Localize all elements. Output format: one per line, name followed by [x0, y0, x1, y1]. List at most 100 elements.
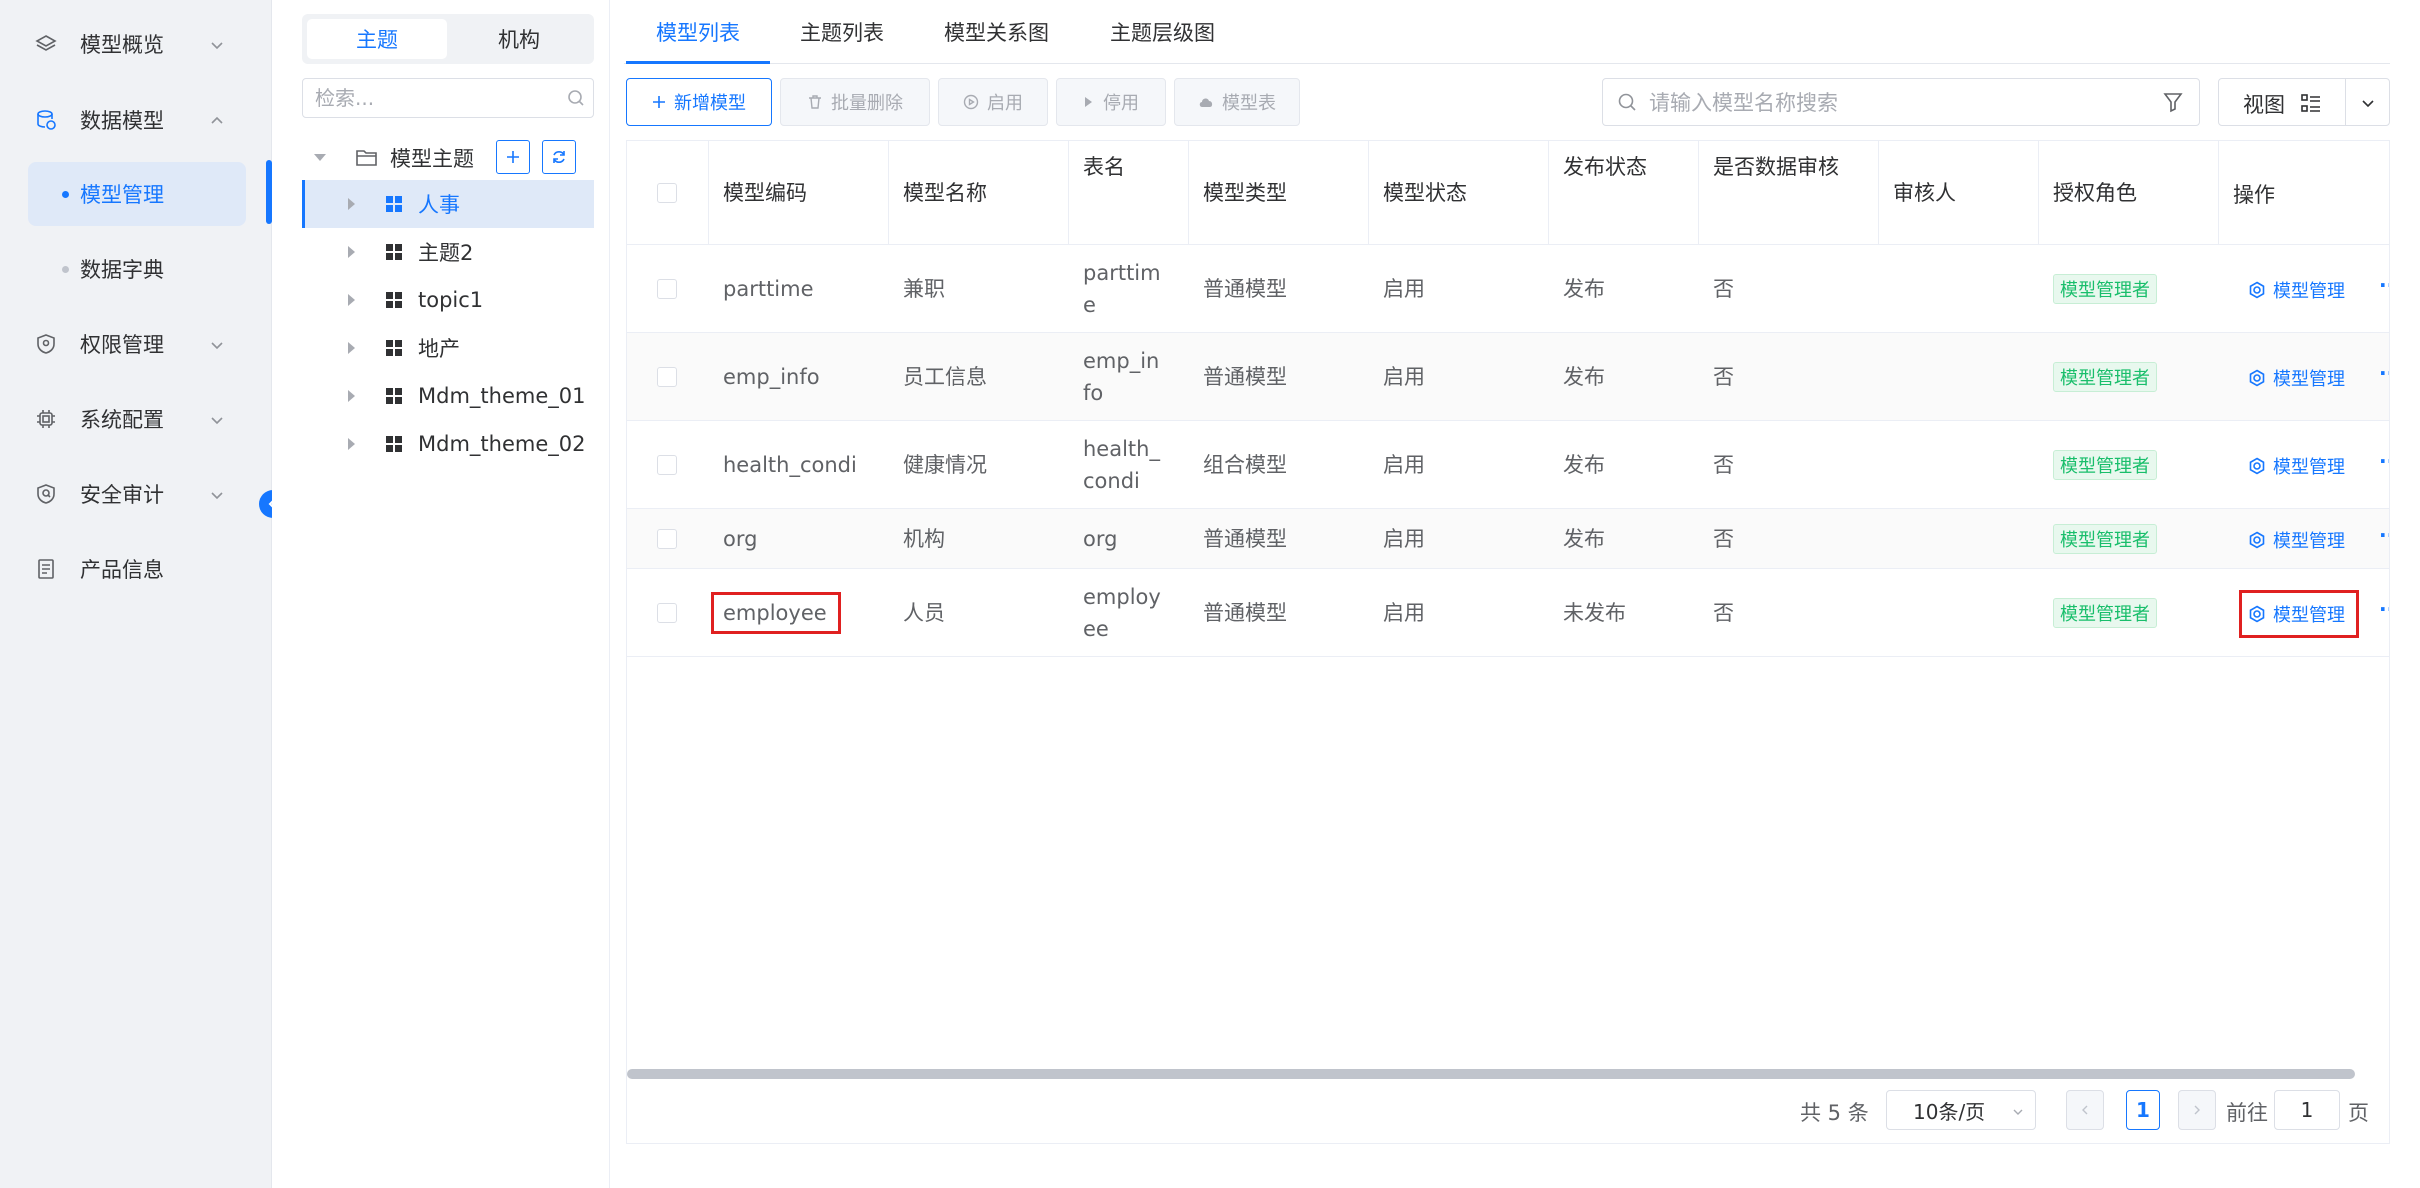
highlight-box-employee-code [711, 592, 841, 634]
cell-name: 员工信息 [903, 365, 987, 389]
tree-node-renshi[interactable]: 人事 [302, 180, 594, 228]
sidebar-item-label: 安全审计 [80, 483, 164, 507]
cell-table-name-line1: employ [1083, 585, 1161, 609]
sidebar-item-model-overview[interactable]: 模型概览 [0, 12, 272, 76]
sidebar-item-data-model[interactable]: 数据模型 [0, 88, 272, 152]
tab-theme-hierarchy[interactable]: 主题层级图 [1110, 0, 1215, 64]
caret-right-icon [348, 246, 355, 258]
sidebar-item-label: 权限管理 [80, 333, 164, 357]
tree-node-dichan[interactable]: 地产 [302, 324, 594, 372]
next-page-button[interactable] [2178, 1090, 2216, 1130]
role-tag: 模型管理者 [2053, 362, 2157, 392]
cell-status: 启用 [1383, 365, 1425, 389]
chevron-down-icon[interactable] [2359, 94, 2377, 116]
more-actions-icon[interactable]: ·· [2379, 361, 2389, 385]
header-reviewer[interactable]: 审核人 [1879, 141, 2039, 245]
sidebar-subitem-data-dictionary[interactable]: 数据字典 [28, 237, 246, 301]
prev-page-button[interactable] [2066, 1090, 2104, 1130]
row-checkbox[interactable] [657, 529, 677, 549]
page-size-select[interactable]: 10条/页 [1886, 1090, 2036, 1130]
goto-page-input[interactable]: 1 [2274, 1090, 2340, 1130]
enable-button[interactable]: 启用 [938, 78, 1048, 126]
disable-button[interactable]: 停用 [1056, 78, 1166, 126]
tab-theme-list[interactable]: 主题列表 [800, 0, 884, 64]
sidebar-subitem-label: 数据字典 [80, 258, 164, 282]
refresh-icon [553, 151, 565, 163]
search-icon [1617, 92, 1637, 116]
tree-node-topic1[interactable]: topic1 [302, 276, 594, 324]
cell-code: org [723, 527, 758, 551]
sidebar-item-permission[interactable]: 权限管理 [0, 312, 272, 376]
chevron-down-icon [208, 335, 226, 353]
header-model-name[interactable]: 模型名称 [889, 141, 1069, 245]
model-manage-link[interactable]: 模型管理 [2247, 527, 2345, 553]
header-model-code[interactable]: 模型编码 [709, 141, 889, 245]
model-search-field [1602, 78, 2200, 126]
table-row[interactable]: org 机构 org 普通模型 启用 发布 否 模型管理者 模型管理 ·· [627, 509, 2389, 569]
model-table-button[interactable]: 模型表 [1174, 78, 1300, 126]
tree-node-mdm-theme-02[interactable]: Mdm_theme_02 [302, 420, 594, 468]
chevron-down-icon [208, 485, 226, 503]
tab-bar: 模型列表 主题列表 模型关系图 主题层级图 [624, 0, 2390, 64]
sidebar-item-security-audit[interactable]: 安全审计 [0, 462, 272, 526]
header-table-name[interactable]: 表名 [1069, 141, 1189, 245]
role-tag: 模型管理者 [2053, 524, 2157, 554]
cell-reviewer [1879, 333, 2039, 421]
sidebar-item-system-config[interactable]: 系统配置 [0, 387, 272, 451]
cell-table-name-line2: e [1083, 293, 1096, 317]
tree-search-input[interactable] [315, 85, 555, 111]
select-all-checkbox[interactable] [657, 183, 677, 203]
cell-audit: 否 [1713, 601, 1734, 625]
model-search-input[interactable] [1649, 89, 2129, 117]
more-actions-icon[interactable]: ·· [2379, 523, 2389, 547]
header-data-audit[interactable]: 是否数据审核 [1699, 141, 1879, 245]
sidebar-subitem-model-management[interactable]: 模型管理 [28, 162, 246, 226]
add-theme-button[interactable] [496, 140, 530, 174]
caret-right-icon [348, 342, 355, 354]
tree-node-theme2[interactable]: 主题2 [302, 228, 594, 276]
header-model-type[interactable]: 模型类型 [1189, 141, 1369, 245]
more-actions-icon[interactable]: ·· [2379, 449, 2389, 473]
header-publish-status[interactable]: 发布状态 [1549, 141, 1699, 245]
add-model-button[interactable]: 新增模型 [626, 78, 772, 126]
grid-icon [386, 340, 402, 356]
page-size-value: 10条/页 [1913, 1099, 1986, 1124]
cell-code: emp_info [723, 365, 820, 389]
more-actions-icon[interactable]: ·· [2379, 273, 2389, 297]
sidebar: 模型概览 数据模型 模型管理 数据字典 权限管理 系统配置 安全审计 产品信息 [0, 0, 272, 1188]
segment-org[interactable]: 机构 [449, 19, 589, 59]
view-switch[interactable]: 视图 [2218, 78, 2390, 126]
row-checkbox[interactable] [657, 279, 677, 299]
grid-icon [386, 244, 402, 260]
header-model-status[interactable]: 模型状态 [1369, 141, 1549, 245]
page-1-button[interactable]: 1 [2126, 1090, 2160, 1130]
more-actions-icon[interactable]: ·· [2379, 597, 2389, 621]
sidebar-item-label: 数据模型 [80, 109, 164, 133]
row-checkbox[interactable] [657, 455, 677, 475]
model-manage-link[interactable]: 模型管理 [2247, 365, 2345, 391]
row-checkbox[interactable] [657, 603, 677, 623]
tree-node-mdm-theme-01[interactable]: Mdm_theme_01 [302, 372, 594, 420]
caret-right-icon [348, 198, 355, 210]
table-row[interactable]: emp_info 员工信息 emp_info 普通模型 启用 发布 否 模型管理者 模型管理 ·· [627, 333, 2389, 421]
segment-theme[interactable]: 主题 [307, 19, 447, 59]
table-row[interactable]: health_condi 健康情况 health_ condi 组合模型 启用 发布 否 模型管… [627, 421, 2389, 509]
folder-icon [356, 148, 378, 173]
row-checkbox[interactable] [657, 367, 677, 387]
cell-table-name: emp_in fo [1069, 333, 1189, 421]
cell-publish: 发布 [1563, 527, 1605, 551]
refresh-tree-button[interactable] [542, 140, 576, 174]
model-manage-link[interactable]: 模型管理 [2247, 277, 2345, 303]
tab-model-list[interactable]: 模型列表 [656, 0, 740, 64]
caret-down-icon [314, 154, 326, 161]
table-row[interactable]: employee人员employee普通模型启用未发布否模型管理者模型管理·· [627, 569, 2389, 657]
tab-model-relation[interactable]: 模型关系图 [944, 0, 1049, 64]
model-manage-link[interactable]: 模型管理 [2247, 453, 2345, 479]
filter-icon[interactable] [2163, 91, 2183, 117]
batch-delete-button[interactable]: 批量删除 [780, 78, 930, 126]
table-row[interactable]: parttime兼职parttime普通模型启用发布否模型管理者模型管理·· [627, 245, 2389, 333]
sidebar-item-product-info[interactable]: 产品信息 [0, 537, 272, 601]
horizontal-scrollbar[interactable] [627, 1069, 2355, 1079]
chevron-down-icon [2013, 1109, 2023, 1115]
header-auth-role[interactable]: 授权角色 [2039, 141, 2219, 245]
